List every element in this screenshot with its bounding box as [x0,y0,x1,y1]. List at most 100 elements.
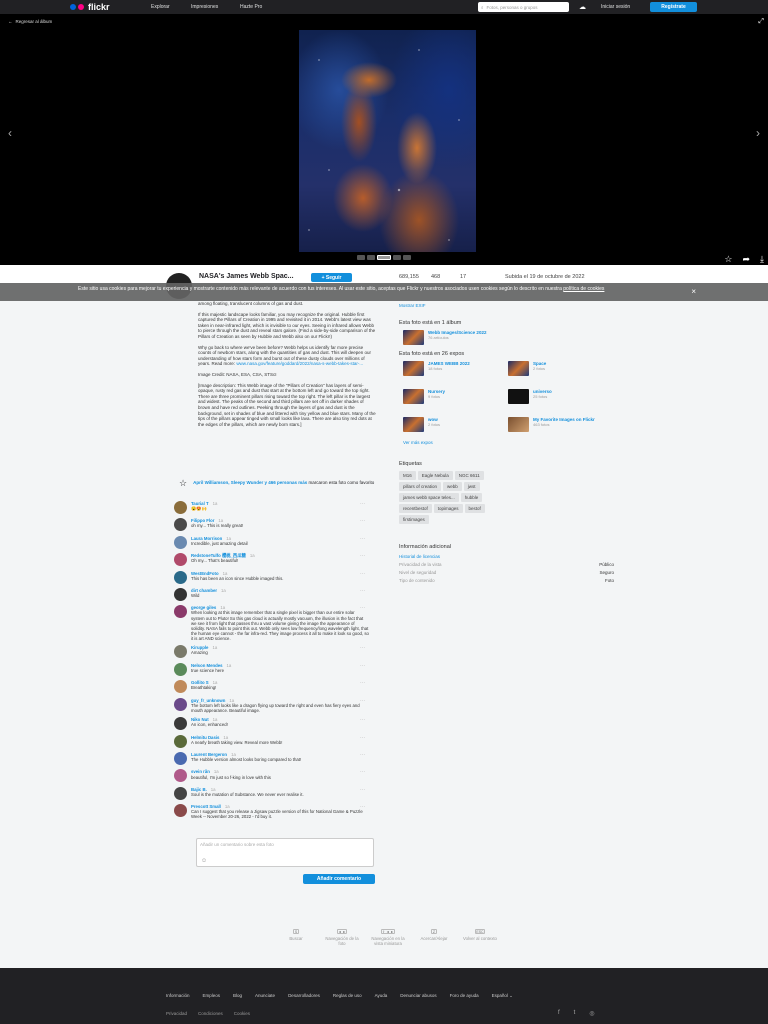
commenter-avatar[interactable] [174,535,187,549]
back-to-album-link[interactable]: ← Regresar al álbum [8,19,52,24]
footer-link[interactable]: Reglas de uso [333,993,362,999]
see-all-pools-link[interactable]: Ver más expos [403,440,614,445]
read-more-link[interactable]: www.nasa.gov/feature/goddard/2022/nasa-s… [236,361,363,366]
footer-link[interactable]: Empleos [203,993,221,999]
commenter-avatar[interactable] [174,518,187,532]
commenter-name-text[interactable]: Helmitu Dasis [191,735,219,740]
share-icon[interactable]: ➦ [742,254,750,265]
footer-link[interactable]: Cookies [234,1011,250,1016]
more-options-icon[interactable]: ··· [360,787,365,793]
instagram-icon[interactable]: ◎ [589,1010,594,1017]
tag[interactable]: NGC 6611 [454,471,484,480]
commenter-avatar[interactable] [174,680,187,694]
faves-names[interactable]: April Williamson, Sleepy Wunder y 466 pe… [193,480,307,485]
filmstrip-thumb-current[interactable] [377,255,391,260]
follow-button[interactable]: + Seguir [311,273,352,282]
tag[interactable]: firstimages [399,515,429,524]
more-options-icon[interactable]: ··· [360,663,365,669]
filmstrip-thumb[interactable] [393,255,401,260]
tag[interactable]: webb [443,482,462,491]
cloud-upload-icon[interactable]: ☁ [579,3,586,11]
commenter-avatar[interactable] [174,553,187,567]
commenter-avatar[interactable] [174,804,187,818]
tag[interactable]: james webb space teles... [399,493,459,502]
more-options-icon[interactable]: ··· [360,518,365,524]
tag[interactable]: hubble [460,493,483,502]
tag[interactable]: M16 [399,471,416,480]
next-photo-arrow-icon[interactable]: › [756,126,760,140]
add-comment-button[interactable]: Añadir comentario [303,874,375,884]
photo-filmstrip[interactable] [357,255,411,260]
previous-photo-arrow-icon[interactable]: ‹ [8,126,12,140]
more-options-icon[interactable]: ··· [360,501,365,507]
search-input[interactable]: ⌕ Fotos, personas o grupos [478,2,569,12]
more-options-icon[interactable]: ··· [360,735,365,741]
more-options-icon[interactable]: ··· [360,553,365,559]
commenter-name-text[interactable]: guy_fr_unknown [191,698,225,703]
filmstrip-thumb[interactable] [357,255,365,260]
pool-item[interactable]: universo 25 fotos [508,389,613,404]
cookie-policy-link[interactable]: política de cookies [563,286,604,292]
language-selector[interactable]: Español ⌄ [492,993,513,999]
footer-link[interactable]: Foro de ayuda [450,993,479,999]
commenter-avatar[interactable] [174,752,187,766]
tag[interactable]: recentbestof [399,504,432,513]
more-options-icon[interactable]: ··· [360,717,365,723]
tag[interactable]: topimages [433,504,463,513]
pool-item[interactable]: Space 2 fotos [508,361,613,376]
flickr-logo[interactable]: flickr [70,2,110,12]
signup-button[interactable]: Regístrate [650,2,697,12]
footer-link[interactable]: Información [166,993,190,999]
tag[interactable]: bestof [464,504,485,513]
commenter-avatar[interactable] [174,662,187,676]
commenter-avatar[interactable] [174,587,187,601]
footer-link[interactable]: Denunciar abusos [400,993,436,999]
comment-input[interactable]: Añadir un comentario sobre esta foto ☺ [196,838,374,867]
commenter-avatar[interactable] [174,769,187,783]
pool-item[interactable]: My Favorite Images on Flickr 463 fotos [508,417,613,432]
nav-get-pro[interactable]: Hazte Pro [240,4,262,10]
tag[interactable]: Eagle Nebula [417,471,453,480]
commenter-avatar[interactable] [174,605,187,619]
more-options-icon[interactable]: ··· [360,698,365,704]
nav-explore[interactable]: Explorar [151,4,170,10]
pool-item[interactable]: Nursery 9 fotos [403,389,508,404]
tag[interactable]: jwst [463,482,480,491]
filmstrip-thumb[interactable] [403,255,411,260]
favorite-star-icon[interactable]: ☆ [724,254,732,265]
main-photo-pillars-of-creation[interactable] [299,30,476,252]
nav-prints[interactable]: Impresiones [191,4,218,10]
footer-link[interactable]: Desarrolladores [288,993,320,999]
more-options-icon[interactable]: ··· [360,680,365,686]
tag[interactable]: pillars of creation [399,482,442,491]
footer-link[interactable]: Ayuda [375,993,388,999]
twitter-icon[interactable]: t [574,1010,576,1017]
more-options-icon[interactable]: ··· [360,804,365,810]
commenter-name-text[interactable]: svein rån [191,769,210,774]
more-options-icon[interactable]: ··· [360,605,365,611]
more-options-icon[interactable]: ··· [360,752,365,758]
pool-item[interactable]: JAMES WEBB 2022 18 fotos [403,361,508,376]
footer-link[interactable]: Blog [233,993,242,999]
commenter-avatar[interactable] [174,717,187,731]
album-item[interactable]: Webb Images/Science 2022 76 artículos [403,330,614,345]
license-history-link[interactable]: Historial de licencias [399,554,440,559]
commenter-avatar[interactable] [174,570,187,584]
commenter-avatar[interactable] [174,734,187,748]
facebook-icon[interactable]: f [558,1010,560,1017]
more-options-icon[interactable]: ··· [360,588,365,594]
commenter-avatar[interactable] [174,645,187,659]
more-options-icon[interactable]: ··· [360,645,365,651]
emoji-icon[interactable]: ☺ [201,858,207,864]
show-exif-link[interactable]: Mostrar EXIF [399,303,614,308]
commenter-avatar[interactable] [174,697,187,711]
commenter-avatar[interactable] [174,501,187,514]
footer-link[interactable]: Anunciate [255,993,275,999]
more-options-icon[interactable]: ··· [360,536,365,542]
footer-link[interactable]: Privacidad [166,1011,187,1016]
close-icon[interactable]: × [691,288,696,296]
download-icon[interactable]: ⤓ [760,254,764,265]
footer-link[interactable]: Condiciones [198,1011,223,1016]
expand-icon[interactable]: ⤢ [758,18,764,26]
more-options-icon[interactable]: ··· [360,571,365,577]
